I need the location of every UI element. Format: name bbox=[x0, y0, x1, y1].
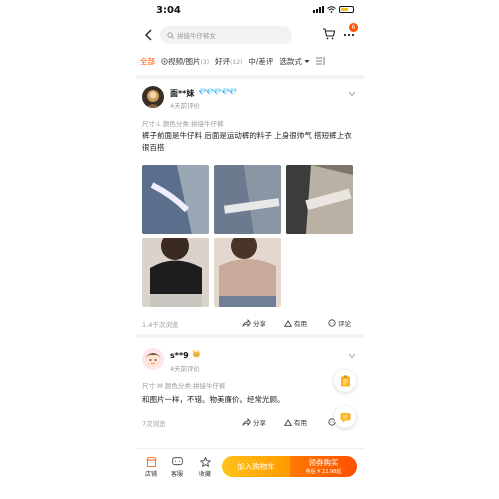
useful-button[interactable]: 有用 bbox=[284, 318, 307, 328]
divider bbox=[136, 334, 364, 338]
notification-badge: 6 bbox=[349, 23, 358, 32]
filter-style-dropdown[interactable]: 选款式 bbox=[279, 56, 310, 67]
tab-positive[interactable]: 好评(12) bbox=[215, 56, 242, 67]
floating-message-button[interactable] bbox=[334, 406, 356, 428]
review-photo[interactable] bbox=[142, 165, 209, 234]
share-button[interactable]: 分享 bbox=[242, 417, 266, 427]
share-icon bbox=[242, 319, 251, 327]
add-to-cart-button[interactable]: 加入购物车 bbox=[222, 456, 290, 477]
favorite-button[interactable]: 收藏 bbox=[194, 457, 216, 478]
review-photo[interactable] bbox=[142, 238, 209, 307]
shop-icon bbox=[145, 457, 157, 467]
review-text: 裤子前面是牛仔料 后面是运动裤的料子 上身很帅气 搭短裤上衣 很百搭 bbox=[142, 131, 352, 152]
tab-media[interactable]: 视频/图片(3) bbox=[161, 56, 209, 67]
message-icon bbox=[340, 412, 350, 422]
clipboard-icon bbox=[340, 375, 350, 387]
comment-button[interactable]: 评论 bbox=[328, 318, 351, 328]
camera-icon bbox=[161, 57, 168, 65]
crown-icon: 👑 bbox=[192, 350, 201, 358]
view-count: 1.4千次浏览 bbox=[142, 321, 179, 329]
chevron-down-icon bbox=[304, 59, 310, 63]
review-tabs: 全部 视频/图片(3) 好评(12) 中/差评 选款式 bbox=[136, 52, 364, 70]
bottom-action-bar: 店铺 客服 收藏 加入购物车 领券购买 券后 ¥ 22.98起 bbox=[136, 448, 364, 499]
avatar[interactable] bbox=[142, 348, 164, 370]
review-time: 4天前评价 bbox=[170, 102, 201, 110]
triangle-up-icon bbox=[284, 319, 292, 327]
triangle-up-icon bbox=[284, 418, 292, 426]
review-text: 和图片一样，不错。物美廉价。经常光顾。 bbox=[142, 395, 285, 404]
review-attributes: 尺寸:M 颜色分类:拼接牛仔裤 bbox=[142, 382, 226, 390]
search-input[interactable]: 拼接牛仔裤女 bbox=[160, 26, 292, 44]
review-photo[interactable] bbox=[214, 238, 281, 307]
review-username: s**9 bbox=[170, 351, 189, 360]
vip-diamond-icon: 💎💎💎💎💎 bbox=[198, 88, 238, 96]
wifi-icon bbox=[327, 6, 336, 13]
review-photo[interactable] bbox=[214, 165, 281, 234]
status-time: 3:04 bbox=[156, 5, 181, 16]
chevron-down-icon[interactable] bbox=[348, 91, 356, 97]
share-icon bbox=[242, 418, 251, 426]
comment-icon bbox=[328, 319, 336, 327]
shop-button[interactable]: 店铺 bbox=[140, 457, 162, 478]
floating-clipboard-button[interactable] bbox=[334, 370, 356, 392]
search-icon bbox=[167, 31, 174, 39]
search-placeholder: 拼接牛仔裤女 bbox=[177, 32, 216, 40]
review-photo[interactable] bbox=[286, 165, 353, 234]
phone-screen: 3:04 拼接牛仔裤女 6 全部 视频/图片(3) 好评(12) 中/差评 选款… bbox=[136, 0, 364, 499]
cart-icon[interactable] bbox=[322, 27, 336, 41]
chevron-down-icon[interactable] bbox=[348, 353, 356, 359]
buy-with-coupon-button[interactable]: 领券购买 券后 ¥ 22.98起 bbox=[290, 456, 357, 477]
divider bbox=[136, 75, 364, 79]
review-attributes: 尺寸:L 颜色分类:拼接牛仔裤 bbox=[142, 120, 224, 128]
filter-list-icon[interactable] bbox=[316, 57, 325, 65]
service-button[interactable]: 客服 bbox=[166, 457, 188, 478]
share-button[interactable]: 分享 bbox=[242, 318, 266, 328]
status-icons bbox=[313, 6, 354, 13]
useful-button[interactable]: 有用 bbox=[284, 417, 307, 427]
signal-icon bbox=[313, 6, 324, 13]
battery-icon bbox=[339, 6, 354, 13]
avatar[interactable] bbox=[142, 86, 164, 108]
star-icon bbox=[199, 457, 211, 467]
tab-all[interactable]: 全部 bbox=[140, 56, 155, 67]
review-time: 4天前评价 bbox=[170, 365, 201, 373]
tab-negative[interactable]: 中/差评 bbox=[248, 56, 273, 67]
view-count: 7次浏览 bbox=[142, 420, 166, 428]
chat-icon bbox=[171, 457, 183, 466]
back-arrow-icon[interactable] bbox=[144, 29, 154, 41]
review-username: 面**妹 bbox=[170, 89, 195, 98]
